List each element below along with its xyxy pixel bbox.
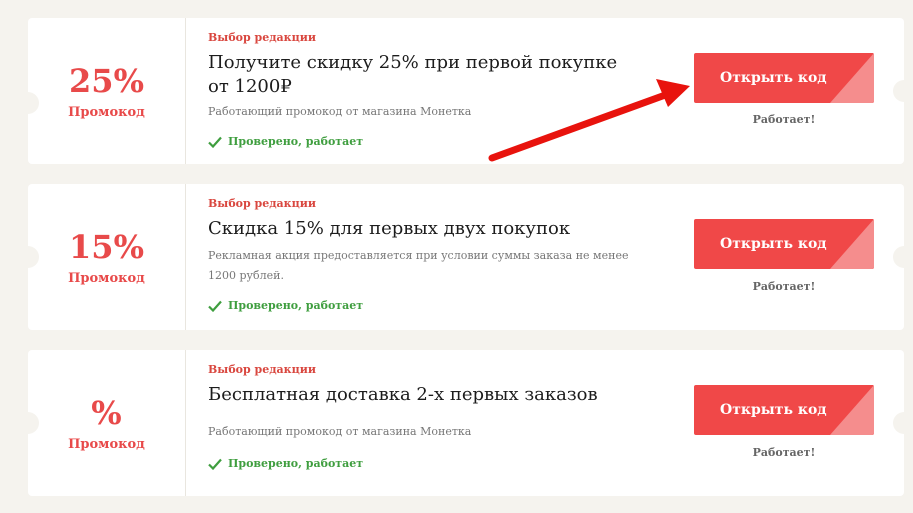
works-status: Работает! [752,113,816,126]
open-code-label: Открыть код [720,70,827,86]
open-code-label: Открыть код [720,402,827,418]
discount-percent: % [91,394,122,432]
open-code-button[interactable]: Открыть код [694,385,874,435]
verified-text: Проверено, работает [228,457,364,470]
works-status: Работает! [752,446,816,459]
promo-label: Промокод [68,105,145,120]
editor-choice-label: Выбор редакции [208,197,317,210]
verified-text: Проверено, работает [228,299,364,312]
ticket-notch [893,412,904,434]
verified-status: Проверено, работает [208,299,363,312]
discount-percent: 15% [69,228,144,266]
coupon-description: Работающий промокод от магазина Монетка [208,425,472,438]
coupon-card: % Промокод Выбор редакции Бесплатная дос… [28,350,904,496]
check-icon [208,300,222,312]
check-icon [208,136,222,148]
ticket-notch [893,80,904,102]
discount-column: % Промокод [28,350,186,496]
coupon-card: 25% Промокод Выбор редакции Получите ски… [28,18,904,164]
verified-status: Проверено, работает [208,135,363,148]
verified-status: Проверено, работает [208,457,363,470]
coupon-title: Получите скидку 25% при первой покупке о… [208,52,618,97]
promo-label: Промокод [68,437,145,452]
coupon-title: Скидка 15% для первых двух покупок [208,218,571,239]
check-icon [208,458,222,470]
works-status: Работает! [752,280,816,293]
discount-column: 15% Промокод [28,184,186,330]
coupon-title: Бесплатная доставка 2-х первых заказов [208,384,598,405]
open-code-button[interactable]: Открыть код [694,219,874,269]
coupon-description: Работающий промокод от магазина Монетка [208,105,472,118]
coupon-card: 15% Промокод Выбор редакции Скидка 15% д… [28,184,904,330]
editor-choice-label: Выбор редакции [208,363,317,376]
open-code-button[interactable]: Открыть код [694,53,874,103]
ticket-notch [893,246,904,268]
editor-choice-label: Выбор редакции [208,31,317,44]
open-code-label: Открыть код [720,236,827,252]
promo-label: Промокод [68,271,145,286]
discount-percent: 25% [69,62,144,100]
coupon-description: Рекламная акция предоставляется при усло… [208,249,629,282]
verified-text: Проверено, работает [228,135,364,148]
discount-column: 25% Промокод [28,18,186,164]
